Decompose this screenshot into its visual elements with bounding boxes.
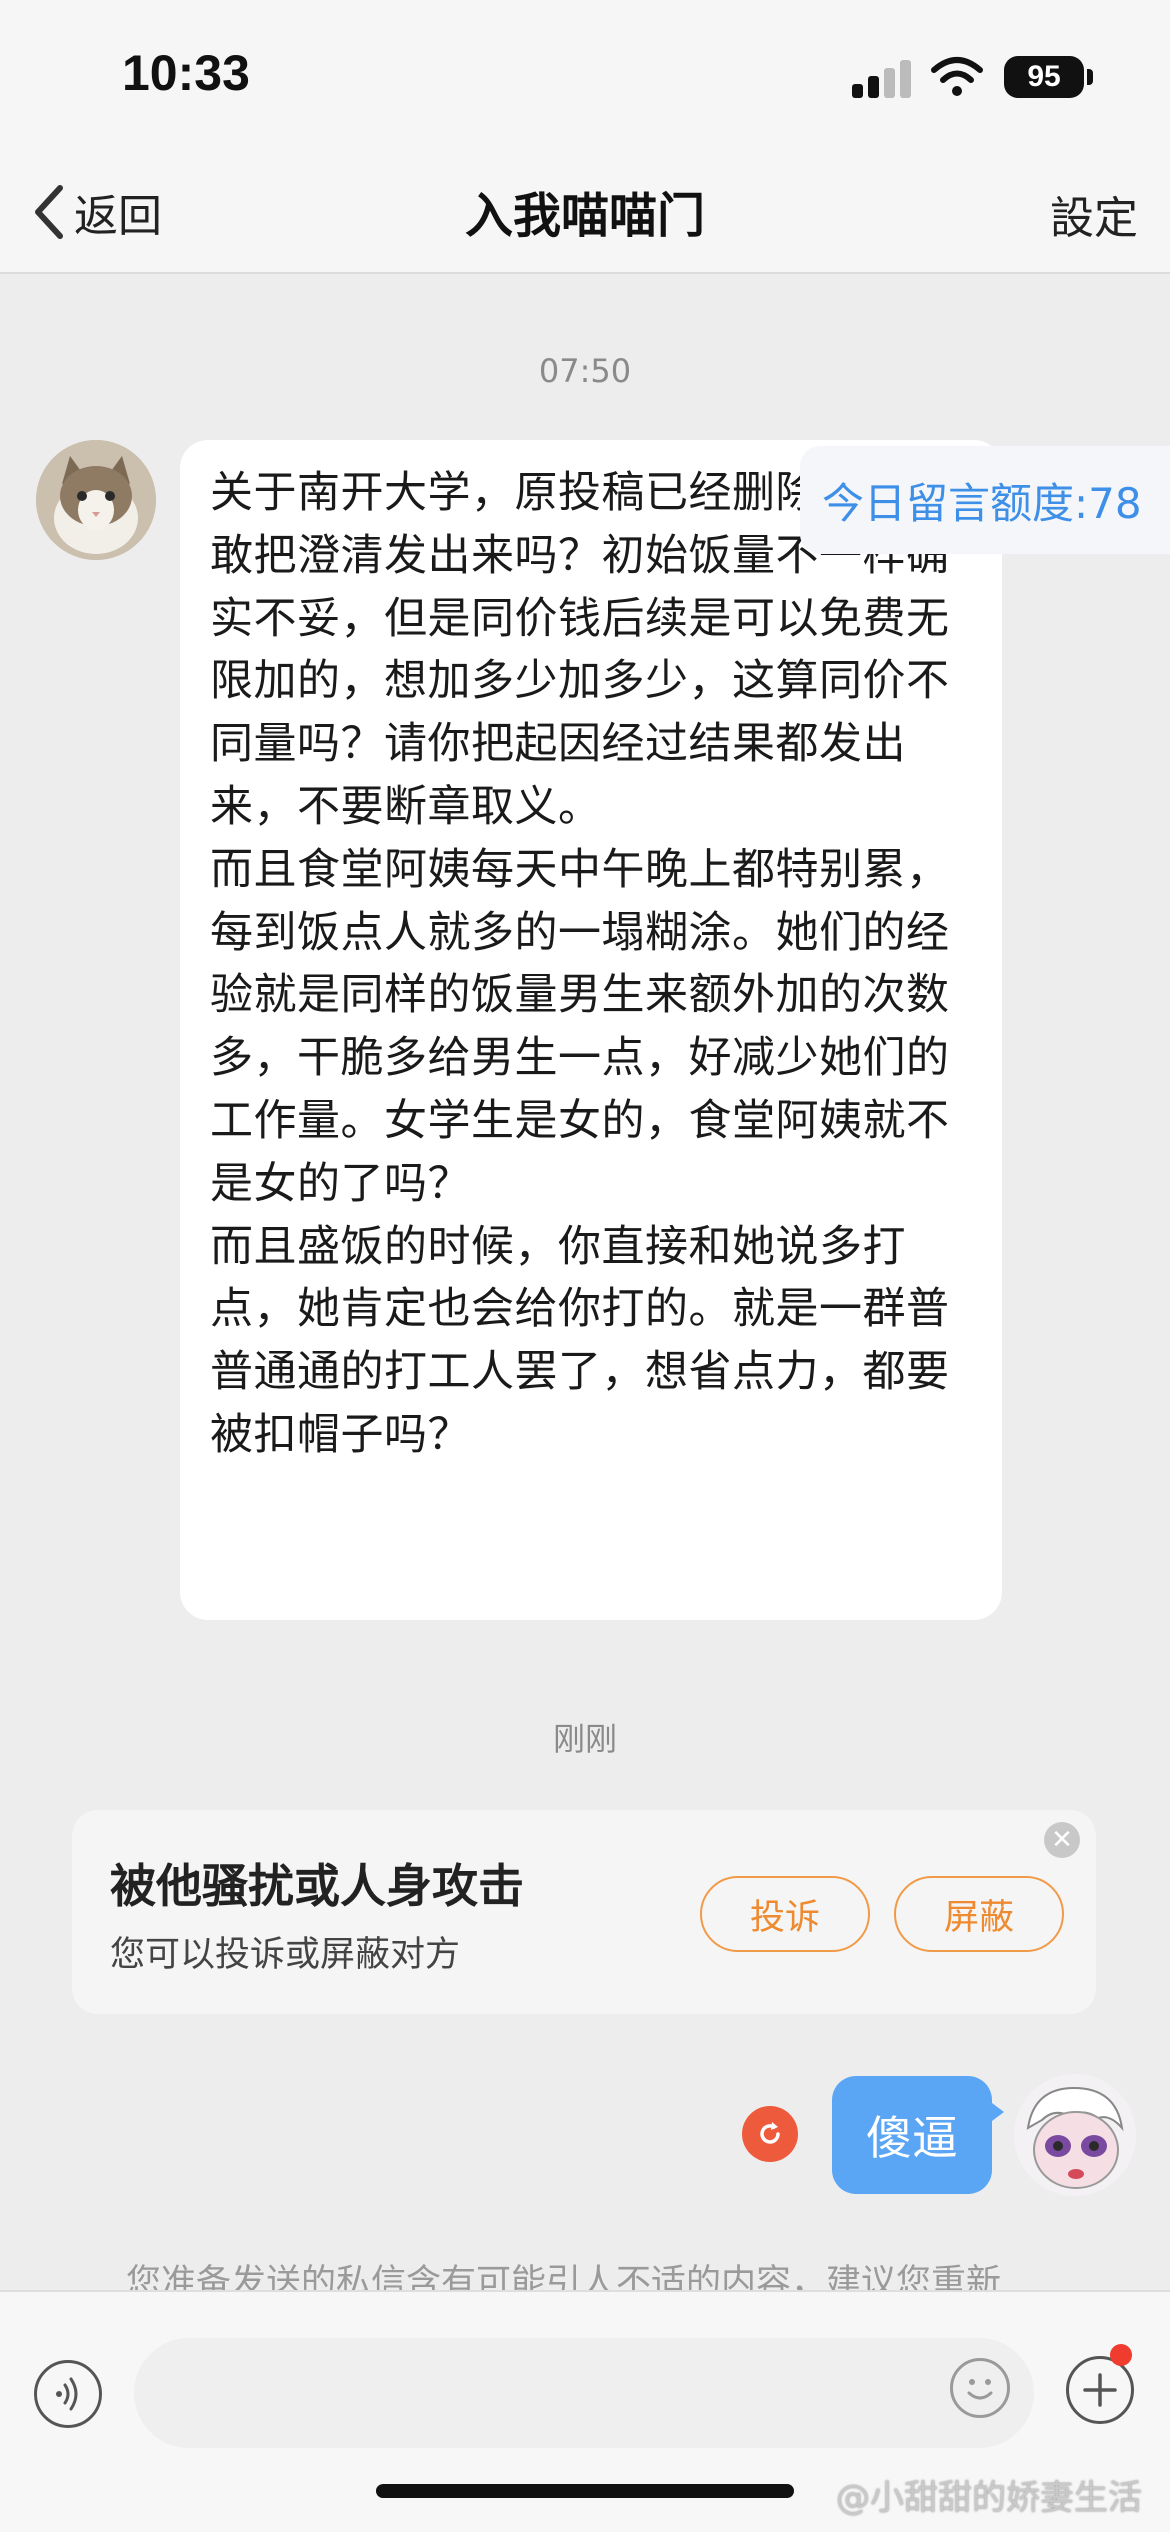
harassment-alert-card: 被他骚扰或人身攻击 您可以投诉或屏蔽对方 投诉 屏蔽 ✕ xyxy=(72,1810,1096,2014)
plus-icon[interactable] xyxy=(1066,2356,1134,2424)
nav-bar: 返回 入我喵喵门 設定 xyxy=(0,150,1170,274)
message-paragraph: 而且盛饭的时候，你直接和她说多打点，她肯定也会给你打的。就是一群普普通通的打工人… xyxy=(210,1221,950,1460)
notification-dot xyxy=(1110,2344,1132,2366)
settings-button[interactable]: 設定 xyxy=(1050,182,1138,246)
battery-nub xyxy=(1087,69,1093,85)
sender-avatar[interactable] xyxy=(36,440,156,560)
conversation-title: 入我喵喵门 xyxy=(464,188,705,244)
sensitive-content-hint: 您准备发送的私信含有可能引人不适的内容，建议您重新 xyxy=(126,2263,1002,2294)
message-timestamp: 07:50 xyxy=(538,352,632,390)
outgoing-message-bubble[interactable]: 傻逼 xyxy=(832,2076,992,2194)
message-paragraph: 而且食堂阿姨每天中午晚上都特别累，每到饭点人就多的一塌糊涂。她们的经验就是同样的… xyxy=(210,844,950,1209)
bubble-tail xyxy=(988,2100,1004,2124)
battery-icon: 95 xyxy=(1004,56,1084,98)
alert-subtitle: 您可以投诉或屏蔽对方 xyxy=(110,1935,461,1975)
status-bar: 10:33 95 xyxy=(0,0,1170,150)
incoming-message-bubble[interactable]: 关于南开大学，原投稿已经删除了，你敢把澄清发出来吗？初始饭量不一样确实不妥，但是… xyxy=(180,440,1002,1620)
cat-avatar-image xyxy=(36,440,156,560)
report-button[interactable]: 投诉 xyxy=(700,1876,870,1952)
alert-title: 被他骚扰或人身攻击 xyxy=(110,1859,524,1913)
retry-icon[interactable] xyxy=(742,2106,798,2162)
my-avatar[interactable] xyxy=(1014,2074,1136,2196)
block-button[interactable]: 屏蔽 xyxy=(894,1876,1064,1952)
message-input[interactable] xyxy=(134,2338,1034,2448)
cartoon-avatar-image xyxy=(1014,2074,1136,2196)
home-indicator[interactable] xyxy=(376,2484,794,2498)
close-icon[interactable]: ✕ xyxy=(1044,1822,1080,1858)
daily-message-quota-badge: 今日留言额度:78 xyxy=(800,446,1170,554)
cellular-signal-icon xyxy=(852,58,912,98)
emoji-icon[interactable] xyxy=(950,2358,1010,2418)
status-time: 10:33 xyxy=(122,45,250,101)
wifi-icon xyxy=(931,57,983,96)
watermark: @小甜甜的娇妻生活 xyxy=(836,2478,1142,2518)
message-timestamp: 刚刚 xyxy=(552,1720,617,1758)
voice-icon[interactable] xyxy=(34,2360,102,2428)
